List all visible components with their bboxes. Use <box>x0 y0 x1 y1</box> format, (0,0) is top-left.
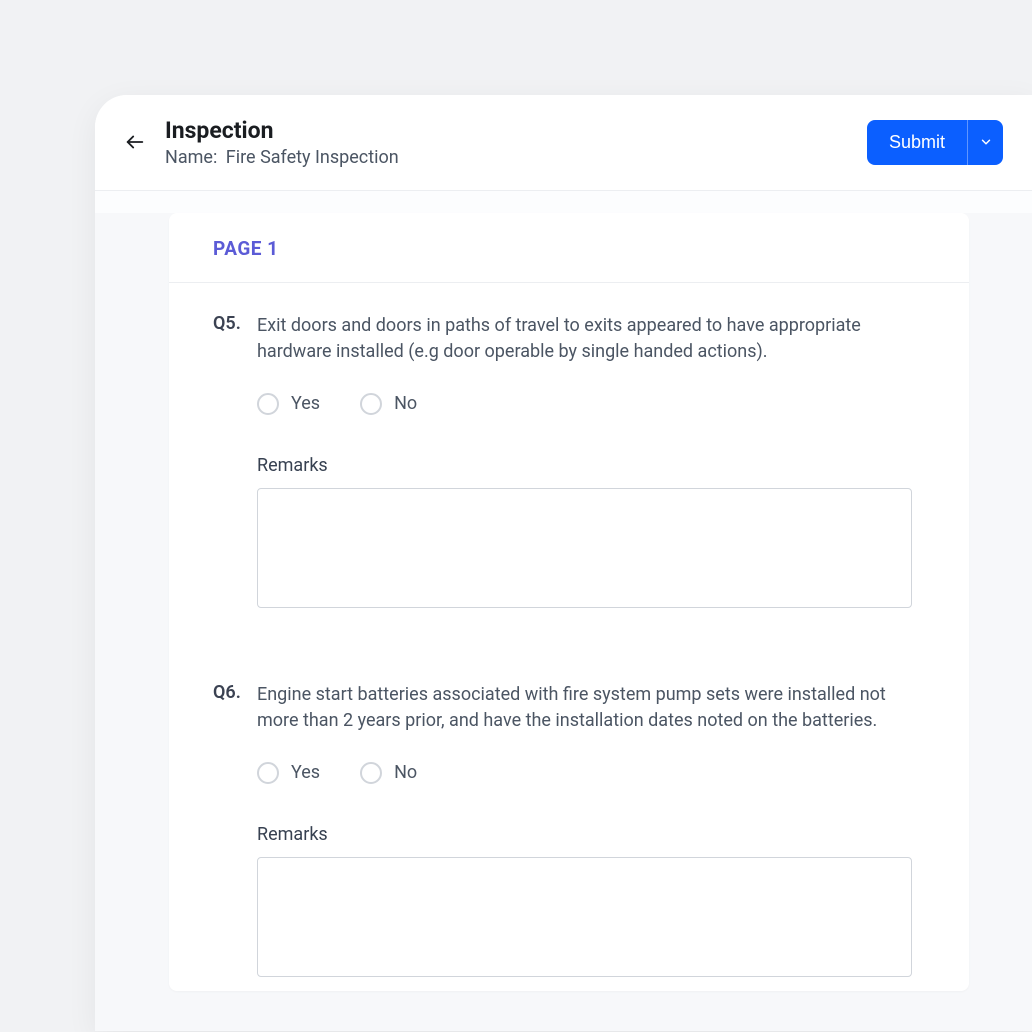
radio-no[interactable]: No <box>360 762 417 784</box>
radio-no[interactable]: No <box>360 393 417 415</box>
inspection-card: Inspection Name: Fire Safety Inspection … <box>95 95 1032 1031</box>
submit-dropdown-button[interactable] <box>967 120 1003 165</box>
question-text: Exit doors and doors in paths of travel … <box>257 313 925 365</box>
page-title: Inspection <box>165 117 867 145</box>
radio-label-no: No <box>394 762 417 783</box>
remarks-label: Remarks <box>257 455 925 476</box>
name-value: Fire Safety Inspection <box>226 147 399 168</box>
remarks-block: Remarks <box>257 824 925 981</box>
options-row: Yes No <box>257 762 925 784</box>
question-number: Q5. <box>213 313 245 334</box>
arrow-left-icon <box>124 131 146 153</box>
radio-label-yes: Yes <box>291 762 320 783</box>
header: Inspection Name: Fire Safety Inspection … <box>95 95 1032 191</box>
radio-yes[interactable]: Yes <box>257 393 320 415</box>
page-subtitle: Name: Fire Safety Inspection <box>165 147 867 168</box>
remarks-label: Remarks <box>257 824 925 845</box>
radio-label-yes: Yes <box>291 393 320 414</box>
radio-circle-icon <box>360 762 382 784</box>
question-text: Engine start batteries associated with f… <box>257 682 925 734</box>
options-row: Yes No <box>257 393 925 415</box>
remarks-textarea[interactable] <box>257 857 912 977</box>
radio-circle-icon <box>360 393 382 415</box>
back-button[interactable] <box>123 130 147 154</box>
question-block-q5: Q5. Exit doors and doors in paths of tra… <box>169 283 969 622</box>
form-card: PAGE 1 Q5. Exit doors and doors in paths… <box>169 213 969 991</box>
radio-label-no: No <box>394 393 417 414</box>
header-titles: Inspection Name: Fire Safety Inspection <box>165 117 867 168</box>
submit-button[interactable]: Submit <box>867 120 967 165</box>
radio-circle-icon <box>257 393 279 415</box>
question-row: Q5. Exit doors and doors in paths of tra… <box>213 313 925 365</box>
radio-circle-icon <box>257 762 279 784</box>
radio-yes[interactable]: Yes <box>257 762 320 784</box>
chevron-down-icon <box>979 135 993 149</box>
form-area: PAGE 1 Q5. Exit doors and doors in paths… <box>95 213 1032 1031</box>
question-block-q6: Q6. Engine start batteries associated wi… <box>169 622 969 991</box>
submit-group: Submit <box>867 120 1003 165</box>
remarks-block: Remarks <box>257 455 925 612</box>
remarks-textarea[interactable] <box>257 488 912 608</box>
question-number: Q6. <box>213 682 245 703</box>
page-label: PAGE 1 <box>169 213 969 283</box>
question-row: Q6. Engine start batteries associated wi… <box>213 682 925 734</box>
name-label: Name: <box>165 147 217 168</box>
